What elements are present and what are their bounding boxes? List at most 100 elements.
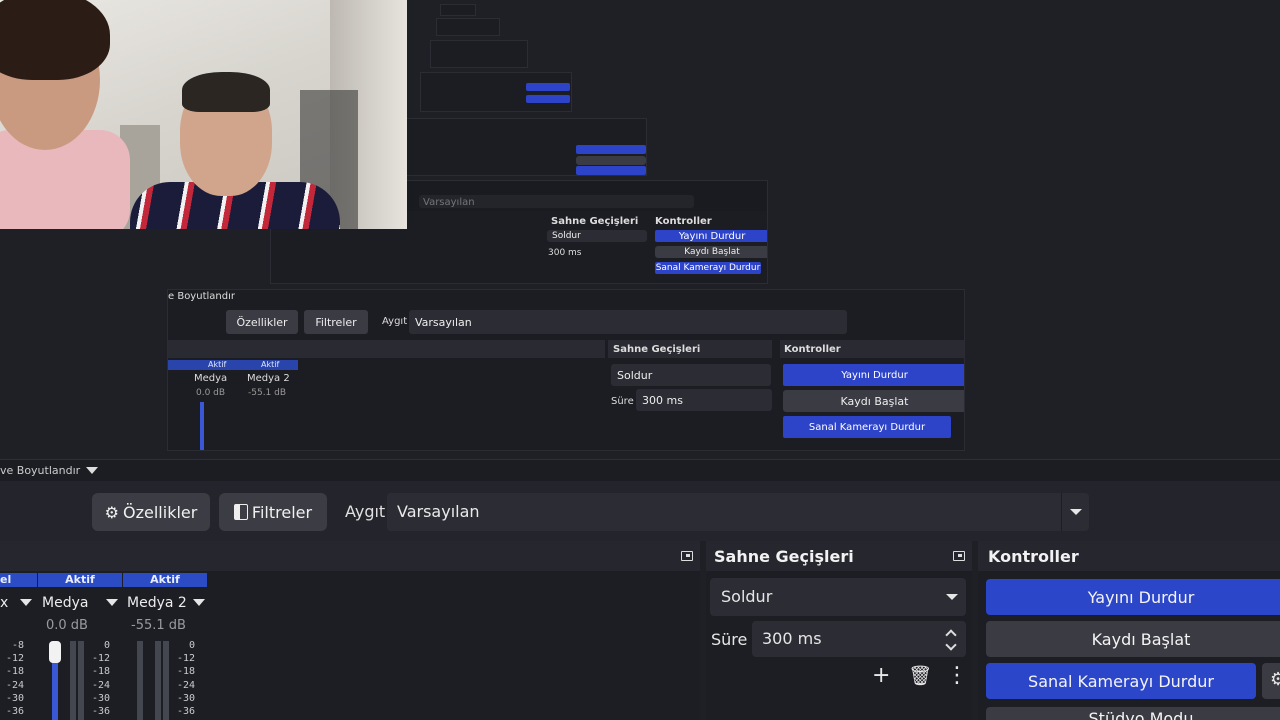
level-meter xyxy=(78,641,84,720)
mirror-trans-select: Soldur xyxy=(547,230,647,242)
chevron-down-icon[interactable] xyxy=(86,467,98,474)
mirror-preview-4 xyxy=(420,72,572,112)
duration-value: 300 ms xyxy=(762,629,822,648)
transition-select[interactable]: Soldur xyxy=(710,578,966,616)
meter-scale: 0 -12 -18 -24 -30 -36 xyxy=(91,640,110,718)
gear-icon: ⚙ xyxy=(104,502,120,522)
more-icon[interactable]: ⋮ xyxy=(946,665,968,687)
channel-status: Aktif xyxy=(123,573,207,587)
mixer-channel: Aktif Medya 2 -55.1 dB 0 -12 -18 -24 -30… xyxy=(123,573,207,720)
add-icon[interactable]: + xyxy=(872,665,890,687)
filters-button[interactable]: Filtreler xyxy=(219,493,327,531)
duration-label: Süre xyxy=(711,630,748,649)
device-label: Aygıt xyxy=(345,502,386,521)
mirror-ctrl-title: Kontroller xyxy=(655,216,712,227)
mirror-record: Kaydı Başlat xyxy=(783,390,964,412)
channel-status: el xyxy=(0,573,37,587)
chevron-down-icon[interactable] xyxy=(1061,493,1089,531)
mirror-stop-stream xyxy=(526,83,570,91)
mirror-preview-6 xyxy=(436,18,500,36)
mirror-filters-button: Filtreler xyxy=(304,310,368,334)
channel-db: 0.0 dB xyxy=(46,618,88,633)
mirror-device-label: Aygıt xyxy=(382,316,408,327)
mixer-header xyxy=(0,541,700,571)
mirror-stop-stream: Yayını Durdur xyxy=(783,364,964,386)
webcam-feed xyxy=(0,0,407,229)
duration-input[interactable]: 300 ms xyxy=(752,621,966,657)
mirror-dur-label: Süre xyxy=(611,396,634,407)
mirror-preview-3 xyxy=(405,118,647,176)
resize-label: ve Boyutlandır xyxy=(0,464,81,477)
level-meter xyxy=(70,641,76,720)
mirror-virtualcam xyxy=(576,166,646,175)
mirror-dur-input: 300 ms xyxy=(636,389,772,411)
transition-value: Soldur xyxy=(721,587,773,606)
mirror-ch-active: Aktif xyxy=(208,360,227,369)
chevron-down-icon[interactable] xyxy=(20,599,32,606)
transform-toolbar: ve Boyutlandır xyxy=(0,459,1280,481)
mirror-ch-media: Medya xyxy=(194,373,228,384)
filters-label: Filtreler xyxy=(251,502,313,522)
mirror-ctrl-title: Kontroller xyxy=(784,344,841,355)
audio-mixer-dock: el x -8 -12 -18 -24 -30 -36 Aktif Medya … xyxy=(0,541,700,720)
chevron-down-icon xyxy=(946,594,958,600)
mirror-toolbar-label: e Boyutlandır xyxy=(168,291,235,302)
undock-icon[interactable] xyxy=(953,551,965,561)
trash-icon[interactable]: 🗑 xyxy=(908,667,932,686)
volume-slider-handle[interactable] xyxy=(49,641,61,663)
mirror-ch-active-2: Aktif xyxy=(261,360,280,369)
device-value: Varsayılan xyxy=(397,502,480,521)
mixer-channel: el x -8 -12 -18 -24 -30 -36 xyxy=(0,573,37,720)
mirror-dur: 300 ms xyxy=(548,248,582,258)
obs-screen: Varsayılan Sahne Geçişleri Kontroller Ya… xyxy=(0,0,1280,720)
mirror-properties-button: Özellikler xyxy=(226,310,298,334)
channel-status: Aktif xyxy=(38,573,122,587)
mirror-device-select: Varsayılan xyxy=(409,310,847,334)
mirror-db2: -55.1 dB xyxy=(248,388,287,398)
mirror-record: Kaydı Başlat xyxy=(655,246,767,258)
properties-label: Özellikler xyxy=(123,502,198,522)
virtual-camera-settings-button[interactable]: ⚙ xyxy=(1262,663,1280,699)
controls-title: Kontroller xyxy=(988,547,1079,566)
mirror-preview-5 xyxy=(430,40,528,68)
mirror-db1: 0.0 dB xyxy=(196,388,226,398)
mirror-stop-stream: Yayını Durdur xyxy=(655,230,767,242)
controls-dock: Kontroller Yayını Durdur Kaydı Başlat Sa… xyxy=(978,541,1280,720)
studio-mode-button[interactable]: Stüdyo Modu xyxy=(986,707,1280,720)
stop-virtual-camera-button[interactable]: Sanal Kamerayı Durdur xyxy=(986,663,1256,699)
channel-db: -55.1 dB xyxy=(131,618,186,633)
filter-icon xyxy=(233,504,248,520)
mirror-virtualcam: Sanal Kamerayı Durdur xyxy=(655,262,761,274)
channel-name: Medya 2 xyxy=(127,595,187,611)
channel-name: Medya xyxy=(42,595,89,611)
stop-stream-button[interactable]: Yayını Durdur xyxy=(986,579,1280,615)
mirror-ch-media2: Medya 2 xyxy=(247,373,290,384)
channel-name: x xyxy=(0,595,9,611)
mirror-virtualcam: Sanal Kamerayı Durdur xyxy=(783,416,951,438)
mirror-stop-stream xyxy=(576,145,646,154)
device-select[interactable]: Varsayılan xyxy=(387,493,1089,531)
mirror-virtualcam xyxy=(526,95,570,103)
mirror-trans-title: Sahne Geçişleri xyxy=(551,216,639,227)
meter-scale: -8 -12 -18 -24 -30 -36 xyxy=(5,640,24,718)
mirror-preview-7 xyxy=(440,4,476,16)
gear-icon: ⚙ xyxy=(1270,669,1280,690)
mixer-channel: Aktif Medya 0.0 dB 0 -12 -18 -24 -30 -36 xyxy=(38,573,122,720)
meter-scale: 0 -12 -18 -24 -30 -36 xyxy=(176,640,195,718)
mirror-trans-title: Sahne Geçişleri xyxy=(613,344,701,355)
transitions-title: Sahne Geçişleri xyxy=(714,547,854,566)
mirror-record xyxy=(576,156,646,165)
scene-transitions-dock: Sahne Geçişleri Soldur Süre 300 ms + 🗑 ⋮ xyxy=(706,541,972,720)
level-meter xyxy=(155,641,161,720)
chevron-down-icon[interactable] xyxy=(945,639,957,651)
mirror-trans-select: Soldur xyxy=(611,364,771,386)
undock-icon[interactable] xyxy=(681,551,693,561)
chevron-down-icon[interactable] xyxy=(193,599,205,606)
chevron-down-icon[interactable] xyxy=(106,599,118,606)
volume-slider-track[interactable] xyxy=(137,641,143,720)
properties-button[interactable]: ⚙ Özellikler xyxy=(92,493,210,531)
start-recording-button[interactable]: Kaydı Başlat xyxy=(986,621,1280,657)
source-toolbar: ⚙ Özellikler Filtreler Aygıt Varsayılan xyxy=(0,481,1280,541)
mirror-preview-1: e Boyutlandır Özellikler Filtreler Aygıt… xyxy=(167,289,965,451)
level-meter xyxy=(163,641,169,720)
